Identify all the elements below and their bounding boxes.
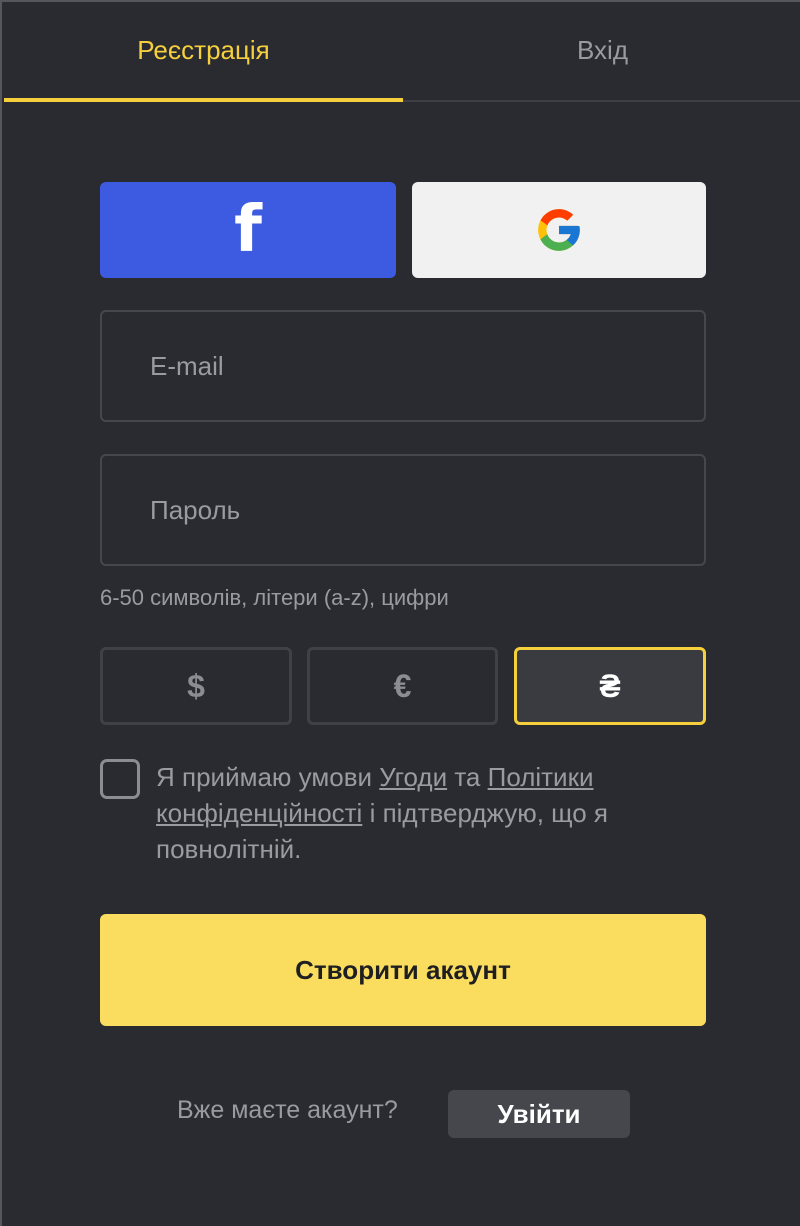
tab-registration[interactable]: Реєстрація bbox=[4, 4, 403, 102]
currency-eur-button[interactable]: € bbox=[307, 647, 498, 725]
terms-checkbox[interactable] bbox=[100, 759, 140, 799]
agreement-link[interactable]: Угоди bbox=[379, 762, 447, 792]
registration-panel: Реєстрація Вхід f 6-50 символів, літери … bbox=[0, 0, 800, 1226]
terms-text-part-1: Я приймаю умови bbox=[156, 762, 380, 792]
email-field-wrapper bbox=[100, 310, 706, 422]
tab-login-label: Вхід bbox=[577, 34, 628, 65]
tab-login[interactable]: Вхід bbox=[403, 4, 800, 100]
email-field[interactable] bbox=[102, 312, 704, 420]
google-login-button[interactable] bbox=[412, 182, 706, 278]
terms-text-part-2: та bbox=[447, 762, 488, 792]
currency-eur-label: € bbox=[393, 667, 412, 704]
currency-usd-button[interactable]: $ bbox=[100, 647, 292, 725]
facebook-icon: f bbox=[234, 193, 262, 267]
password-hint: 6-50 символів, літери (a-z), цифри bbox=[100, 585, 449, 610]
create-account-button[interactable]: Створити акаунт bbox=[100, 914, 706, 1026]
auth-tabs: Реєстрація Вхід bbox=[4, 4, 800, 102]
create-account-label: Створити акаунт bbox=[295, 954, 511, 985]
login-button[interactable]: Увійти bbox=[448, 1090, 630, 1138]
google-icon bbox=[538, 209, 580, 251]
password-field-wrapper bbox=[100, 454, 706, 566]
have-account-text: Вже маєте акаунт? bbox=[177, 1096, 398, 1124]
currency-usd-label: $ bbox=[187, 667, 205, 704]
terms-text: Я приймаю умови Угоди та Політики конфід… bbox=[156, 759, 716, 867]
facebook-login-button[interactable]: f bbox=[100, 182, 396, 278]
currency-uah-button[interactable]: ₴ bbox=[514, 647, 706, 725]
password-field[interactable] bbox=[102, 456, 704, 564]
login-button-label: Увійти bbox=[497, 1098, 581, 1129]
tab-registration-label: Реєстрація bbox=[137, 34, 270, 65]
currency-uah-label: ₴ bbox=[599, 667, 621, 704]
